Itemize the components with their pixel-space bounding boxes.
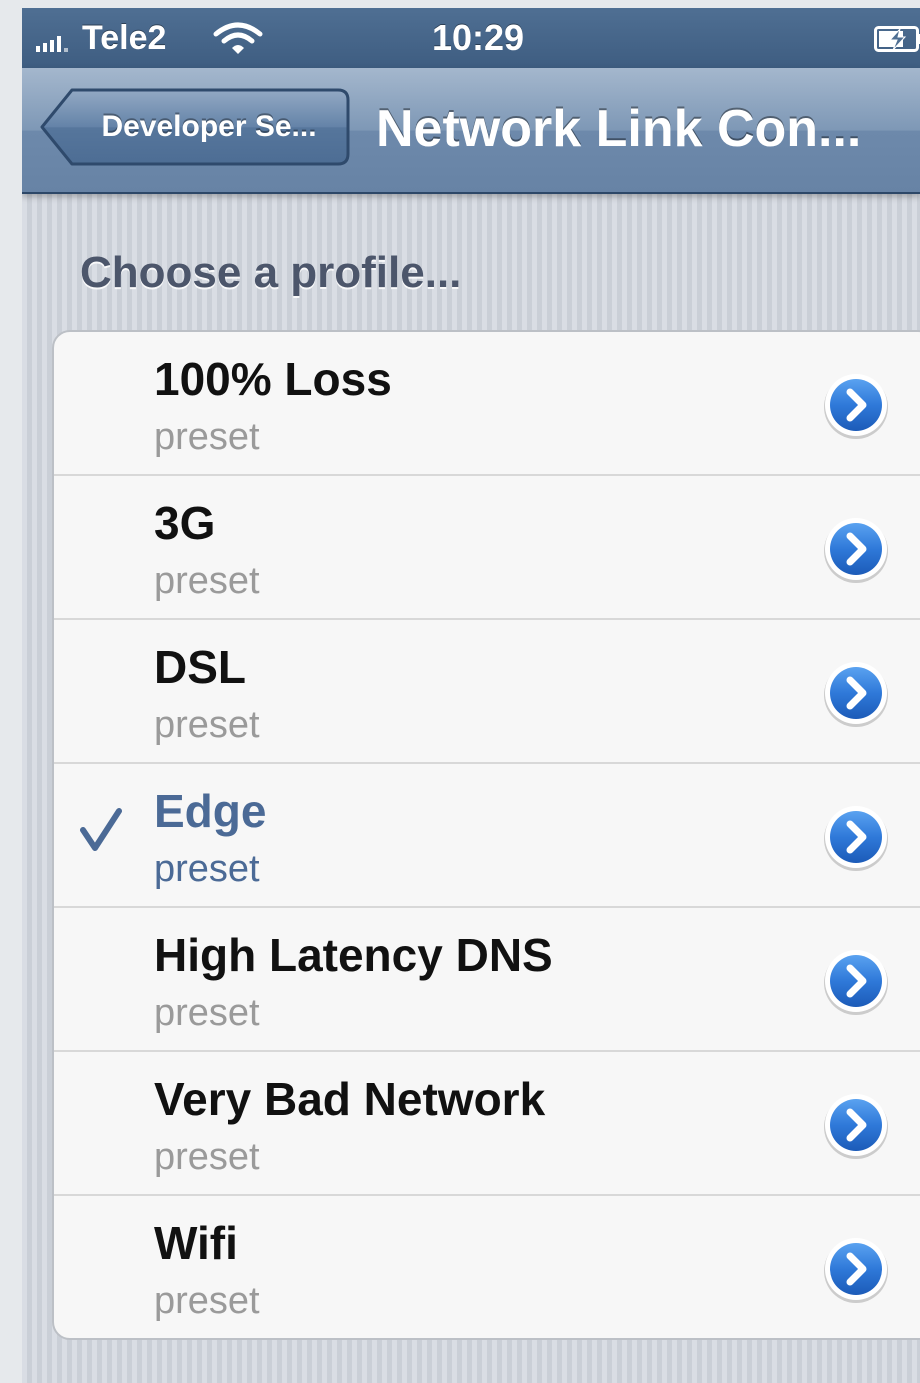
detail-disclosure-icon[interactable]	[820, 370, 892, 442]
profile-row-100-loss[interactable]: 100% Loss preset	[54, 332, 920, 474]
profile-row-edge[interactable]: Edge preset	[54, 762, 920, 906]
profile-title: 100% Loss	[154, 353, 392, 405]
profile-title: Edge	[154, 785, 267, 837]
profile-subtitle: preset	[154, 1280, 260, 1322]
profile-title: High Latency DNS	[154, 929, 553, 981]
profile-title: Wifi	[154, 1217, 238, 1269]
profile-title: DSL	[154, 641, 246, 693]
profiles-list: 100% Loss preset 3G preset DSL preset Ed…	[52, 330, 920, 1340]
navigation-bar: Developer Se... Network Link Con...	[22, 68, 920, 194]
detail-disclosure-icon[interactable]	[820, 514, 892, 586]
page-title: Network Link Con...	[376, 100, 862, 158]
profile-row-dsl[interactable]: DSL preset	[54, 618, 920, 762]
profile-subtitle: preset	[154, 560, 260, 602]
detail-disclosure-icon[interactable]	[820, 946, 892, 1018]
profile-subtitle: preset	[154, 1136, 260, 1178]
iphone-screen: Tele2 10:29 Developer Se... Network Link…	[22, 8, 920, 1383]
wifi-icon	[213, 22, 263, 54]
detail-disclosure-icon[interactable]	[820, 658, 892, 730]
profile-row-high-latency-dns[interactable]: High Latency DNS preset	[54, 906, 920, 1050]
profile-row-wifi[interactable]: Wifi preset	[54, 1194, 920, 1338]
profile-subtitle: preset	[154, 992, 260, 1034]
detail-disclosure-icon[interactable]	[820, 1090, 892, 1162]
profile-row-very-bad-network[interactable]: Very Bad Network preset	[54, 1050, 920, 1194]
profile-row-3g[interactable]: 3G preset	[54, 474, 920, 618]
section-header: Choose a profile...	[80, 248, 462, 297]
detail-disclosure-icon[interactable]	[820, 1234, 892, 1306]
profile-subtitle: preset	[154, 848, 260, 890]
profile-title: 3G	[154, 497, 216, 549]
profile-subtitle: preset	[154, 416, 260, 458]
back-button-label: Developer Se...	[101, 110, 317, 143]
battery-charging-icon	[874, 26, 920, 52]
back-button[interactable]: Developer Se...	[40, 88, 350, 166]
checkmark-icon	[80, 808, 122, 851]
status-bar: Tele2 10:29	[22, 8, 920, 68]
carrier-name: Tele2	[82, 19, 167, 57]
profile-subtitle: preset	[154, 704, 260, 746]
profile-title: Very Bad Network	[154, 1073, 546, 1125]
signal-strength-icon	[36, 32, 68, 52]
detail-disclosure-icon[interactable]	[820, 802, 892, 874]
status-time: 10:29	[432, 17, 525, 58]
